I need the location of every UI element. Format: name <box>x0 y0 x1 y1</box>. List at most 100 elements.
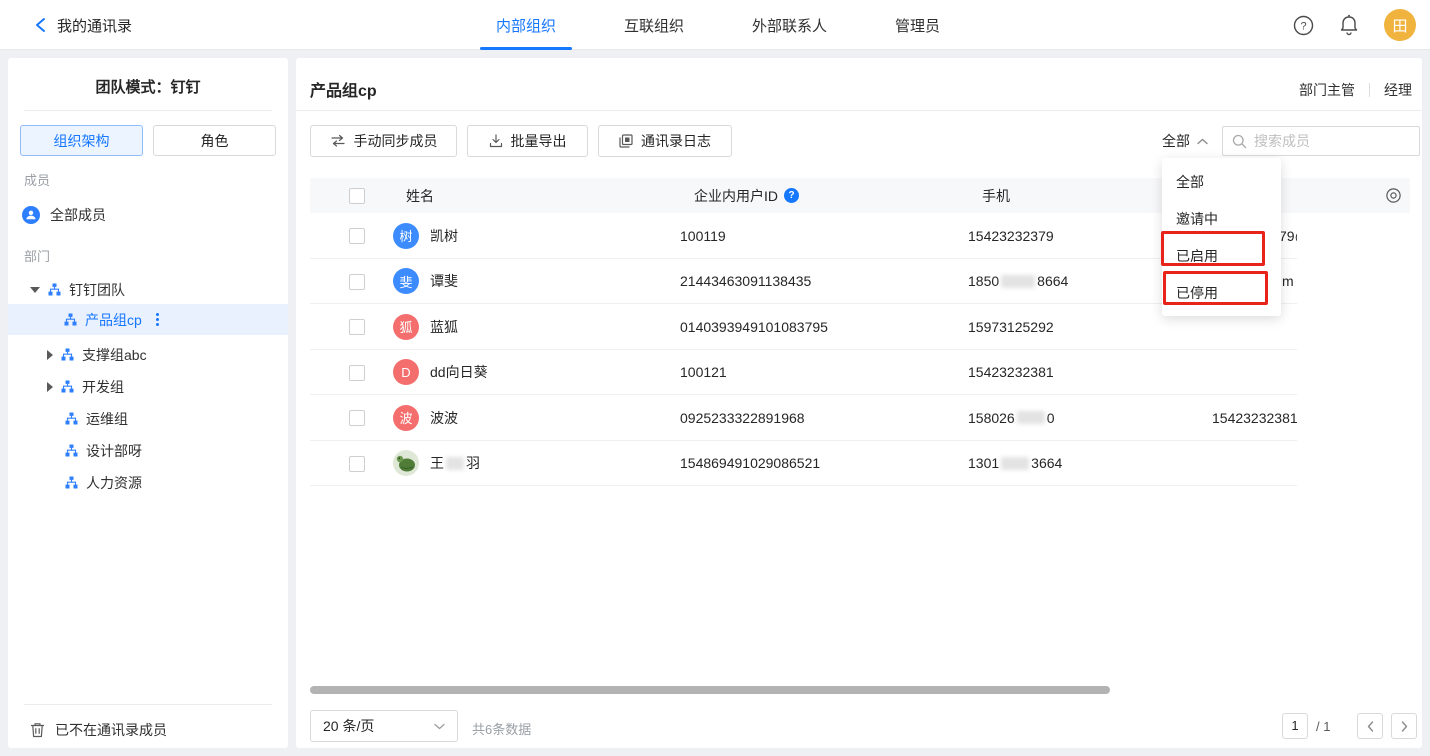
tree-node-dev-group[interactable]: 开发组 <box>8 371 288 402</box>
org-icon <box>65 444 78 457</box>
more-options-icon[interactable] <box>156 313 159 326</box>
avatar: 波 <box>393 405 419 431</box>
member-name: 波波 <box>430 408 458 428</box>
filter-option-disabled[interactable]: 已停用 <box>1162 274 1281 311</box>
chevron-down-icon <box>434 723 445 730</box>
row-checkbox[interactable] <box>349 228 365 244</box>
tree-node-support-group[interactable]: 支撑组abc <box>8 339 288 370</box>
tab-linked-org[interactable]: 互联组织 <box>590 0 718 50</box>
member-name: dd向日葵 <box>430 362 488 382</box>
tree-node-design-dept[interactable]: 设计部呀 <box>8 435 288 466</box>
notification-bell-icon[interactable] <box>1338 14 1360 36</box>
member-phone: 18508664 <box>968 259 1068 305</box>
caret-right-icon[interactable] <box>47 350 53 360</box>
filter-option-inviting[interactable]: 邀请中 <box>1162 200 1281 237</box>
column-header-userid: 企业内用户ID ? <box>694 186 799 206</box>
app-root: 我的通讯录 内部组织 互联组织 外部联系人 管理员 ? 田 团队模式：钉钉 组织… <box>0 0 1430 756</box>
row-checkbox[interactable] <box>349 365 365 381</box>
dept-manager-link[interactable]: 部门主管 <box>1299 80 1355 100</box>
member-userid: 21443463091138435 <box>680 259 811 305</box>
tree-node-ops-group[interactable]: 运维组 <box>8 403 288 434</box>
avatar: 狐 <box>393 314 419 340</box>
help-icon[interactable]: ? <box>1292 14 1314 36</box>
org-icon <box>61 348 74 361</box>
next-page-button[interactable] <box>1391 713 1417 739</box>
column-header-userid-label: 企业内用户ID <box>694 186 778 206</box>
contact-log-button[interactable]: 通讯录日志 <box>598 125 732 157</box>
member-name: 谭斐 <box>430 271 458 291</box>
member-phone: 15423232379 <box>968 213 1054 259</box>
batch-export-button[interactable]: 批量导出 <box>467 125 588 157</box>
caret-right-icon[interactable] <box>47 382 53 392</box>
page-title: 产品组cp <box>310 77 377 101</box>
removed-members-link[interactable]: 已不在通讯录成员 <box>8 712 288 748</box>
manual-sync-button[interactable]: 手动同步成员 <box>310 125 457 157</box>
row-checkbox[interactable] <box>349 410 365 426</box>
blurred-text <box>1017 411 1045 424</box>
avatar: D <box>393 359 419 385</box>
tree-node-label: 开发组 <box>82 377 124 397</box>
row-checkbox[interactable] <box>349 319 365 335</box>
search-input[interactable] <box>1254 133 1394 149</box>
role-button[interactable]: 角色 <box>153 125 276 156</box>
caret-down-icon[interactable] <box>30 287 40 293</box>
tab-admin[interactable]: 管理员 <box>861 0 974 50</box>
download-icon <box>489 134 503 148</box>
column-settings-gear-icon[interactable] <box>1385 187 1402 204</box>
search-icon <box>1232 134 1247 149</box>
member-userid: 0925233322891968 <box>680 395 805 441</box>
row-checkbox[interactable] <box>349 456 365 472</box>
trash-icon <box>30 722 45 738</box>
manager-link[interactable]: 经理 <box>1384 80 1412 100</box>
team-mode-label: 团队模式：钉钉 <box>8 76 288 97</box>
horizontal-scrollbar[interactable] <box>310 686 1110 694</box>
table-row[interactable]: 狐 蓝狐 0140393949101083795 15973125292 <box>310 304 1297 350</box>
page-size-select[interactable]: 20 条/页 <box>310 710 458 742</box>
table-row[interactable]: 波 波波 0925233322891968 1580260 <box>310 395 1297 441</box>
question-badge-icon[interactable]: ? <box>784 188 799 203</box>
back-nav[interactable]: 我的通讯录 <box>34 0 132 50</box>
contact-log-label: 通讯录日志 <box>641 131 711 151</box>
log-icon <box>619 134 633 148</box>
tab-external-contacts[interactable]: 外部联系人 <box>718 0 861 50</box>
table-row[interactable]: D dd向日葵 100121 15423232381 <box>310 350 1297 396</box>
page-total-label: / 1 <box>1316 719 1330 734</box>
row-checkbox[interactable] <box>349 274 365 290</box>
divider <box>24 704 272 705</box>
filter-option-enabled[interactable]: 已启用 <box>1162 237 1281 274</box>
sidebar-item-all-members[interactable]: 全部成员 <box>8 200 288 230</box>
removed-members-label: 已不在通讯录成员 <box>55 720 167 740</box>
total-count-label: 共6条数据 <box>472 719 531 738</box>
member-section-label: 成员 <box>24 170 50 189</box>
org-structure-button[interactable]: 组织架构 <box>20 125 143 156</box>
table-row[interactable]: 树 凯树 100119 15423232379 <box>310 213 1297 259</box>
divider <box>1369 83 1370 97</box>
search-box <box>1222 126 1420 156</box>
column-header-phone: 手机 <box>982 186 1010 206</box>
avatar: 树 <box>393 223 419 249</box>
status-filter-trigger[interactable]: 全部 <box>1162 125 1208 157</box>
page-size-value: 20 条/页 <box>323 716 374 736</box>
top-tabs: 内部组织 互联组织 外部联系人 管理员 <box>462 0 974 50</box>
member-phone: 13013664 <box>968 441 1062 487</box>
tree-node-label: 人力资源 <box>86 473 142 493</box>
user-avatar[interactable]: 田 <box>1384 9 1416 41</box>
tree-node-root[interactable]: 钉钉团队 <box>8 274 288 305</box>
filter-option-all[interactable]: 全部 <box>1162 163 1281 200</box>
page-number-input[interactable]: 1 <box>1282 713 1308 739</box>
org-icon <box>65 476 78 489</box>
sidebar-item-label: 全部成员 <box>50 205 106 225</box>
tab-internal-org[interactable]: 内部组织 <box>462 0 590 50</box>
back-chevron-icon <box>34 17 47 33</box>
tree-node-hr[interactable]: 人力资源 <box>8 467 288 498</box>
member-phone: 15973125292 <box>968 304 1054 350</box>
tree-node-label: 支撑组abc <box>82 345 147 365</box>
select-all-checkbox[interactable] <box>349 188 365 204</box>
table-row[interactable]: 斐 谭斐 21443463091138435 18508664 <box>310 259 1297 305</box>
prev-page-button[interactable] <box>1357 713 1383 739</box>
table-body: 树 凯树 100119 15423232379 斐 谭斐 21443463091… <box>310 213 1297 486</box>
member-phone: 15423232381 <box>968 350 1054 396</box>
status-filter-dropdown: 全部 邀请中 已启用 已停用 <box>1162 158 1281 316</box>
tree-node-product-group[interactable]: 产品组cp <box>8 304 288 335</box>
table-row[interactable]: 王羽 154869491029086521 13013664 <box>310 441 1297 487</box>
